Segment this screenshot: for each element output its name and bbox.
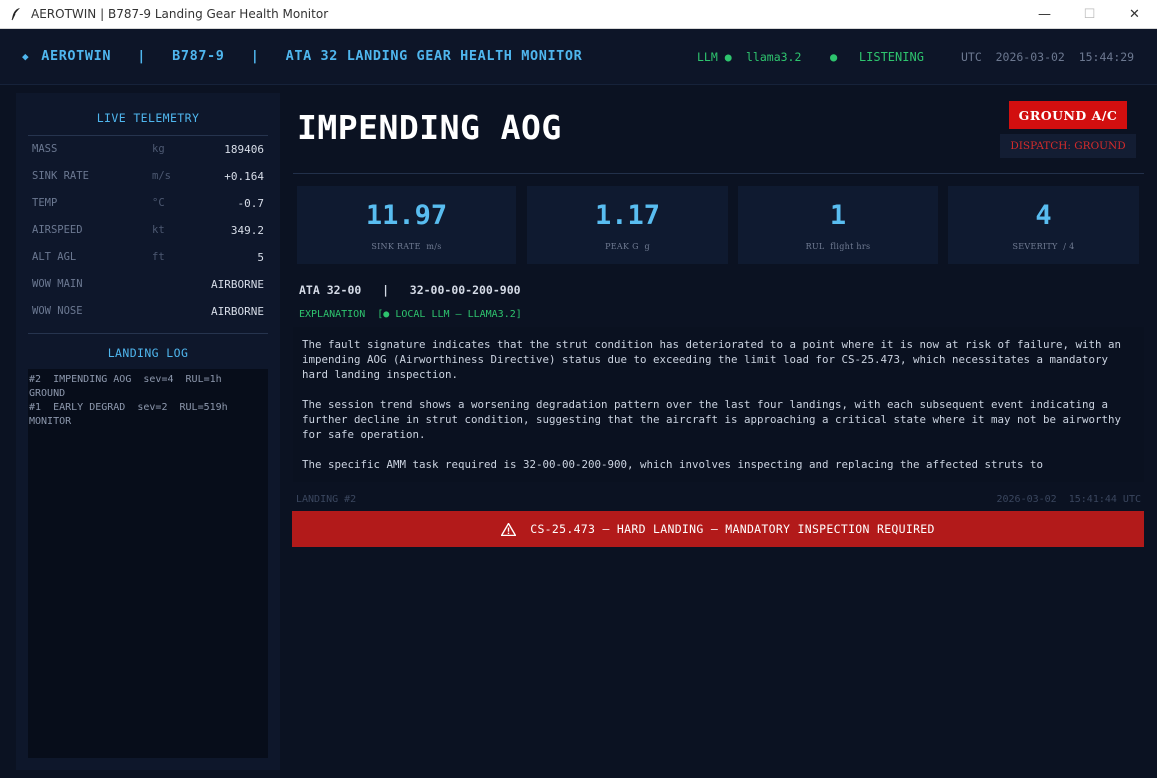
utc-clock: UTC 2026-03-02 15:44:29 (961, 50, 1135, 64)
divider (293, 173, 1144, 174)
explanation-label: EXPLANATION [● LOCAL LLM — LLAMA3.2] (299, 309, 522, 320)
telemetry-label: MASS (32, 143, 58, 155)
telemetry-row-airspeed: AIRSPEED kt 349.2 (32, 224, 264, 240)
telemetry-row-wow-main: WOW MAIN AIRBORNE (32, 278, 264, 294)
metric-label: PEAK G g (605, 242, 650, 251)
maximize-button[interactable]: ☐ (1067, 0, 1112, 29)
metric-value: 4 (1035, 200, 1052, 231)
telemetry-label: SINK RATE (32, 170, 89, 182)
log-entry[interactable]: #2 IMPENDING AOG sev=4 RUL=1h (29, 373, 267, 387)
landing-log-list[interactable]: #2 IMPENDING AOG sev=4 RUL=1h GROUND #1 … (28, 369, 268, 758)
telemetry-row-sink-rate: SINK RATE m/s +0.164 (32, 170, 264, 186)
metric-label: SINK RATE m/s (371, 242, 442, 251)
metric-card-severity: 4 SEVERITY / 4 (948, 186, 1139, 264)
explanation-text[interactable]: The fault signature indicates that the s… (293, 327, 1144, 482)
log-entry-action[interactable]: GROUND (29, 387, 267, 401)
diamond-icon: ◆ (22, 50, 30, 63)
ground-aircraft-button[interactable]: GROUND A/C (1009, 101, 1127, 129)
metric-label: SEVERITY / 4 (1012, 242, 1075, 251)
left-panel: LIVE TELEMETRY MASS kg 189406 SINK RATE … (16, 93, 280, 770)
explanation-paragraph: The specific AMM task required is 32-00-… (302, 458, 1044, 471)
telemetry-unit: kg (152, 143, 165, 155)
metric-card-sink-rate: 11.97 SINK RATE m/s (297, 186, 516, 264)
brand-title: ◆ AEROTWIN | B787-9 | ATA 32 LANDING GEAR… (22, 48, 582, 64)
feather-icon (9, 7, 23, 21)
telemetry-label: ALT AGL (32, 251, 77, 263)
metric-value: 1 (829, 200, 847, 231)
telemetry-unit: m/s (152, 170, 171, 182)
window-title: AEROTWIN | B787-9 Landing Gear Health Mo… (31, 7, 329, 21)
telemetry-value: +0.164 (224, 170, 264, 183)
landing-number: LANDING #2 (296, 494, 357, 505)
alert-text: CS-25.473 — HARD LANDING — MANDATORY INS… (530, 522, 935, 536)
telemetry-unit: kt (152, 224, 165, 236)
metric-label: RUL flight hrs (805, 242, 871, 251)
status-title: IMPENDING AOG (297, 108, 562, 147)
telemetry-label: TEMP (32, 197, 58, 209)
telemetry-unit: °C (152, 197, 165, 209)
brand-text: AEROTWIN | B787-9 | ATA 32 LANDING GEAR … (41, 48, 583, 64)
telemetry-row-mass: MASS kg 189406 (32, 143, 264, 159)
window-titlebar: AEROTWIN | B787-9 Landing Gear Health Mo… (0, 0, 1157, 29)
metric-card-rul: 1 RUL flight hrs (738, 186, 938, 264)
telemetry-label: AIRSPEED (32, 224, 83, 236)
landing-log-heading: LANDING LOG (107, 346, 189, 360)
telemetry-value: 349.2 (230, 224, 264, 237)
explanation-paragraph: The fault signature indicates that the s… (302, 338, 1122, 381)
telemetry-value: AIRBORNE (211, 278, 264, 291)
listening-status: ● LISTENING (830, 50, 924, 64)
telemetry-row-temp: TEMP °C -0.7 (32, 197, 264, 213)
log-entry[interactable]: #1 EARLY DEGRAD sev=2 RUL=519h (29, 401, 267, 415)
telemetry-row-alt-agl: ALT AGL ft 5 (32, 251, 264, 267)
telemetry-heading: LIVE TELEMETRY (96, 111, 200, 125)
telemetry-value: 5 (257, 251, 264, 264)
divider (28, 135, 268, 136)
llm-model: llama3.2 (746, 50, 802, 64)
telemetry-row-wow-nose: WOW NOSE AIRBORNE (32, 305, 264, 321)
telemetry-unit: ft (152, 251, 165, 263)
telemetry-value: AIRBORNE (211, 305, 264, 318)
close-button[interactable]: ✕ (1112, 0, 1157, 29)
divider (28, 333, 268, 334)
minimize-button[interactable]: — (1022, 0, 1067, 29)
ata-reference: ATA 32-00 | 32-00-00-200-900 (299, 283, 521, 297)
app-header: ◆ AEROTWIN | B787-9 | ATA 32 LANDING GEAR… (0, 29, 1157, 85)
metric-value: 11.97 (365, 200, 448, 231)
log-entry-action[interactable]: MONITOR (29, 415, 267, 429)
explanation-paragraph: The session trend shows a worsening degr… (302, 398, 1122, 441)
metric-value: 1.17 (594, 200, 661, 231)
warning-icon (501, 522, 517, 536)
llm-status-label: LLM ● (697, 50, 732, 64)
dispatch-status: DISPATCH: GROUND (1000, 134, 1136, 158)
alert-banner: CS-25.473 — HARD LANDING — MANDATORY INS… (292, 511, 1144, 547)
metric-card-peak-g: 1.17 PEAK G g (527, 186, 728, 264)
telemetry-label: WOW MAIN (32, 278, 83, 290)
telemetry-value: 189406 (224, 143, 264, 156)
telemetry-label: WOW NOSE (32, 305, 83, 317)
landing-timestamp: 2026-03-02 15:41:44 UTC (996, 494, 1142, 505)
telemetry-value: -0.7 (237, 197, 265, 210)
window-controls: — ☐ ✕ (1022, 0, 1157, 29)
